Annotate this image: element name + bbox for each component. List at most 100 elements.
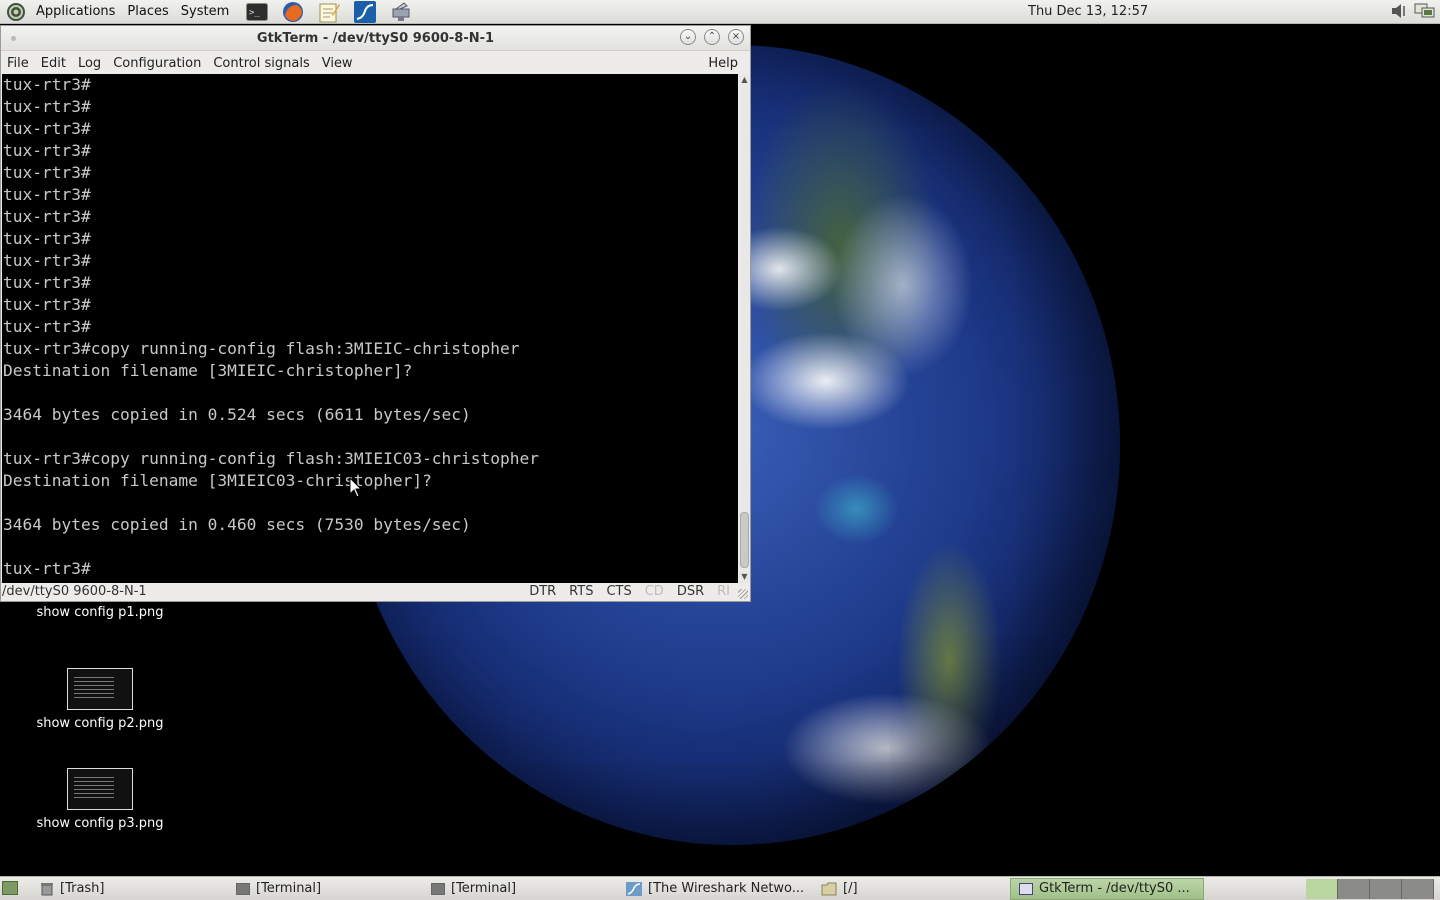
signal-rts: RTS: [569, 584, 594, 599]
desktop-file-label: show config p2.png: [36, 716, 164, 731]
terminal-icon: [236, 883, 250, 895]
taskbar-item-terminal[interactable]: [Terminal]: [431, 878, 621, 900]
network-icon[interactable]: [1414, 2, 1436, 20]
workspace-2[interactable]: [1338, 879, 1370, 899]
applications-menu[interactable]: Applications: [30, 0, 121, 24]
desktop-file-show-config-p2[interactable]: show config p2.png: [30, 668, 170, 731]
close-button[interactable]: ×: [728, 29, 744, 45]
firefox-icon: [283, 1, 304, 22]
maximize-button[interactable]: ⌃: [704, 29, 720, 45]
taskbar-item-folder[interactable]: [/]: [821, 878, 1001, 900]
menu-help[interactable]: Help: [702, 56, 744, 71]
resize-grip[interactable]: [738, 589, 748, 599]
terminal-icon: [431, 883, 445, 895]
menu-file[interactable]: File: [1, 56, 35, 71]
terminal-line: tux-rtr3#: [3, 163, 91, 182]
terminal-scrollbar[interactable]: ▲ ▼: [739, 74, 750, 583]
terminal-line: tux-rtr3#: [3, 75, 91, 94]
menubar: File Edit Log Configuration Control sign…: [1, 51, 750, 75]
system-menu[interactable]: System: [175, 0, 235, 24]
workspace-4[interactable]: [1402, 879, 1434, 899]
terminal-icon: >_: [246, 2, 269, 21]
image-thumbnail-icon: [67, 668, 133, 710]
terminal-line: tux-rtr3#: [3, 229, 91, 248]
taskbar-item-label: [Trash]: [60, 881, 105, 896]
window-titlebar[interactable]: GtkTerm - /dev/ttyS0 9600-8-N-1 ⌄ ⌃ ×: [1, 26, 750, 51]
terminal-line: Destination filename [3MIEIC03-christoph…: [3, 471, 432, 490]
taskbar-item-label: [The Wireshark Netwo...: [648, 881, 805, 896]
taskbar-item-gtkterm[interactable]: GtkTerm - /dev/ttyS0 ...: [1010, 878, 1204, 900]
window-menu-icon[interactable]: [11, 36, 16, 41]
top-panel: Applications Places System >_ Thu Dec 13…: [0, 0, 1440, 24]
taskbar-item-label: GtkTerm - /dev/ttyS0 ...: [1039, 881, 1190, 896]
status-port-settings: /dev/ttyS0 9600-8-N-1: [2, 584, 147, 599]
signal-dsr: DSR: [676, 584, 705, 599]
terminal-line: tux-rtr3#: [3, 317, 91, 336]
volume-icon[interactable]: [1390, 2, 1410, 20]
terminal-line: tux-rtr3#: [3, 185, 91, 204]
bottom-panel: [Trash] [Terminal] [Terminal] [The Wires…: [0, 876, 1440, 900]
clock[interactable]: Thu Dec 13, 12:57: [1028, 0, 1148, 24]
window-icon: [1019, 883, 1033, 895]
terminal-line: tux-rtr3#: [3, 559, 91, 578]
desktop-file-show-config-p3[interactable]: show config p3.png: [30, 768, 170, 831]
terminal-line: Destination filename [3MIEIC-christopher…: [3, 361, 413, 380]
taskbar-item-label: [Terminal]: [256, 881, 322, 896]
scrollbar-thumb[interactable]: [740, 512, 749, 568]
workspace-switcher: [1306, 879, 1434, 899]
terminal-line: tux-rtr3#: [3, 97, 91, 116]
terminal-line: 3464 bytes copied in 0.460 secs (7530 by…: [3, 515, 471, 534]
text-editor-launcher[interactable]: [317, 1, 341, 23]
menu-edit[interactable]: Edit: [35, 56, 72, 71]
menu-view[interactable]: View: [316, 56, 359, 71]
terminal-line: tux-rtr3#: [3, 273, 91, 292]
taskbar-item-label: [/]: [843, 881, 858, 896]
show-desktop-icon[interactable]: [2, 881, 18, 895]
desktop-file-label: show config p3.png: [36, 816, 164, 831]
taskbar-item-label: [Terminal]: [451, 881, 517, 896]
terminal-line: tux-rtr3#: [3, 207, 91, 226]
terminal-line: tux-rtr3#: [3, 251, 91, 270]
network-tool-icon: [392, 1, 410, 21]
text-editor-icon: [319, 3, 341, 22]
terminal-launcher[interactable]: >_: [245, 1, 269, 23]
desktop-file-show-config-p1[interactable]: show config p1.png: [30, 605, 170, 620]
firefox-launcher[interactable]: [281, 1, 305, 23]
terminal-line: tux-rtr3#: [3, 119, 91, 138]
terminal-output[interactable]: tux-rtr3# tux-rtr3# tux-rtr3# tux-rtr3# tux-…: [2, 74, 738, 583]
signal-cd: CD: [644, 584, 664, 599]
desktop-file-label: show config p1.png: [36, 605, 164, 620]
menu-log[interactable]: Log: [72, 56, 107, 71]
menu-control-signals[interactable]: Control signals: [207, 56, 315, 71]
terminal-line: tux-rtr3#copy running-config flash:3MIEI…: [3, 449, 540, 468]
image-thumbnail-icon: [67, 768, 133, 810]
network-tool-launcher[interactable]: [389, 1, 413, 23]
workspace-3[interactable]: [1370, 879, 1402, 899]
svg-text:>_: >_: [249, 8, 260, 18]
signal-ri: RI: [717, 584, 730, 599]
terminal-line: 3464 bytes copied in 0.524 secs (6611 by…: [3, 405, 471, 424]
terminal-line: tux-rtr3#: [3, 141, 91, 160]
window-title: GtkTerm - /dev/ttyS0 9600-8-N-1: [256, 30, 495, 46]
statusbar: /dev/ttyS0 9600-8-N-1 DTR RTS CTS CD DSR RI: [1, 583, 750, 601]
minimize-button[interactable]: ⌄: [680, 29, 696, 45]
wireshark-icon: [354, 0, 377, 23]
gnome-foot-icon[interactable]: [6, 2, 26, 22]
control-signal-indicators: DTR RTS CTS CD DSR RI: [529, 584, 730, 599]
terminal-line: tux-rtr3#copy running-config flash:3MIEI…: [3, 339, 520, 358]
taskbar-item-terminal[interactable]: [Terminal]: [236, 878, 426, 900]
workspace-1[interactable]: [1306, 879, 1338, 899]
wireshark-launcher[interactable]: [353, 0, 377, 23]
system-tray: [1390, 2, 1436, 20]
signal-cts: CTS: [606, 584, 632, 599]
menu-configuration[interactable]: Configuration: [107, 56, 207, 71]
scroll-up-arrow-icon[interactable]: ▲: [739, 74, 750, 86]
trash-icon: [41, 883, 53, 896]
taskbar-item-wireshark[interactable]: [The Wireshark Netwo...: [626, 878, 816, 900]
taskbar-item-trash[interactable]: [Trash]: [40, 878, 230, 900]
scroll-down-arrow-icon[interactable]: ▼: [739, 571, 750, 583]
places-menu[interactable]: Places: [121, 0, 174, 24]
